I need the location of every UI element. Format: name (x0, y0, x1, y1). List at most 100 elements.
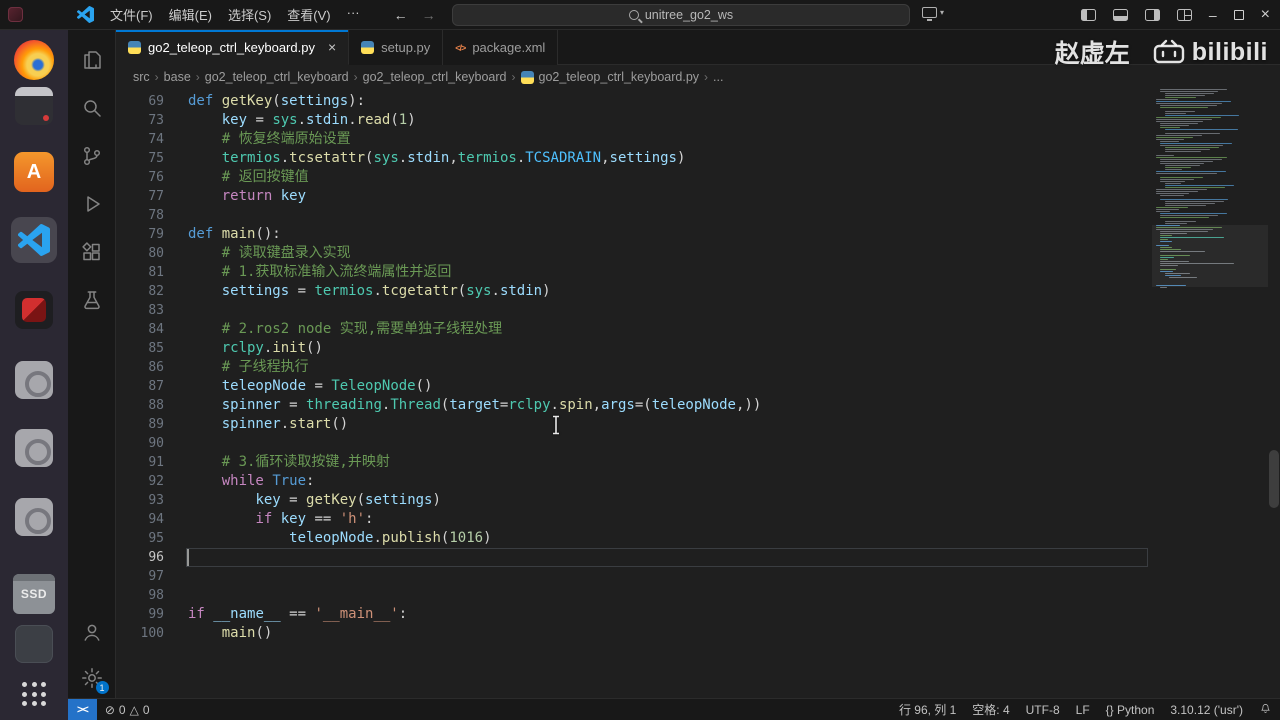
code-line-85[interactable]: 85 rclpy.init() (116, 339, 1280, 358)
line-number[interactable]: 92 (116, 472, 164, 491)
run-debug-icon[interactable] (80, 192, 104, 216)
account-icon[interactable] (80, 620, 104, 644)
search-icon[interactable] (80, 96, 104, 120)
dock-item-ssd-drive-icon[interactable]: SSD (10, 570, 58, 618)
remote-indicator[interactable]: >< (68, 699, 97, 720)
code-line-99[interactable]: 99 if __name__ == '__main__': (116, 605, 1280, 624)
dock-item-recorder-app-icon[interactable] (10, 286, 58, 334)
close-button[interactable]: × (1261, 7, 1270, 23)
code-line-76[interactable]: 76 # 返回按键值 (116, 168, 1280, 187)
files-icon[interactable] (80, 48, 104, 72)
line-number[interactable]: 97 (116, 567, 164, 586)
toggle-primary-sidebar-icon[interactable] (1080, 9, 1096, 21)
minimap-viewport[interactable] (1152, 225, 1268, 287)
line-number[interactable]: 81 (116, 263, 164, 282)
menu-item[interactable]: 查看(V) (279, 1, 338, 28)
code-line-100[interactable]: 100 main() (116, 624, 1280, 643)
status-item[interactable]: 空格: 4 (964, 701, 1017, 718)
line-number[interactable]: 79 (116, 225, 164, 244)
line-number[interactable]: 86 (116, 358, 164, 377)
code-line-89[interactable]: 89 spinner.start() (116, 415, 1280, 434)
code-line-74[interactable]: 74 # 恢复终端原始设置 (116, 130, 1280, 149)
scrollbar-thumb[interactable] (1269, 450, 1279, 508)
line-number[interactable]: 74 (116, 130, 164, 149)
notifications-bell-icon[interactable] (1251, 702, 1280, 718)
line-number[interactable]: 98 (116, 586, 164, 605)
code-line-91[interactable]: 91 # 3.循环读取按键,并映射 (116, 453, 1280, 472)
line-number[interactable]: 69 (116, 92, 164, 111)
dock-item-firefox-icon[interactable] (10, 36, 58, 84)
code-line-79[interactable]: 79 def main(): (116, 225, 1280, 244)
extensions-icon[interactable] (80, 240, 104, 264)
minimize-button[interactable]: – (1209, 8, 1217, 22)
status-item[interactable]: UTF-8 (1018, 703, 1068, 717)
code-line-86[interactable]: 86 # 子线程执行 (116, 358, 1280, 377)
line-number[interactable]: 78 (116, 206, 164, 225)
line-number[interactable]: 96 (116, 548, 164, 567)
menu-item[interactable]: 选择(S) (220, 1, 279, 28)
toggle-panel-icon[interactable] (1112, 9, 1128, 21)
maximize-button[interactable] (1233, 10, 1244, 20)
code-line-93[interactable]: 93 key = getKey(settings) (116, 491, 1280, 510)
code-line-73[interactable]: 73 key = sys.stdin.read(1) (116, 111, 1280, 130)
testing-icon[interactable] (80, 288, 104, 312)
history-forward-icon[interactable]: → (422, 7, 436, 23)
code-line-81[interactable]: 81 # 1.获取标准输入流终端属性并返回 (116, 263, 1280, 282)
screencast-device-icon[interactable]: ▾ (922, 7, 944, 21)
line-number[interactable]: 90 (116, 434, 164, 453)
code-line-87[interactable]: 87 teleopNode = TeleopNode() (116, 377, 1280, 396)
code-line-90[interactable]: 90 (116, 434, 1280, 453)
line-number[interactable]: 76 (116, 168, 164, 187)
code-editor[interactable]: 69 def getKey(settings): 73 key = sys.stdi… (116, 89, 1280, 698)
customize-layout-icon[interactable] (1176, 9, 1192, 21)
code-line-96[interactable]: 96 (116, 548, 1280, 567)
breadcrumb-item[interactable]: ... (713, 70, 723, 84)
dock-item-dark-app-icon[interactable] (10, 620, 58, 668)
line-number[interactable]: 73 (116, 111, 164, 130)
line-number[interactable]: 77 (116, 187, 164, 206)
settings-gear-icon[interactable]: 1 (80, 666, 109, 694)
menu-item[interactable]: 编辑(E) (161, 1, 220, 28)
line-number[interactable]: 83 (116, 301, 164, 320)
code-line-80[interactable]: 80 # 读取键盘录入实现 (116, 244, 1280, 263)
tab-close-icon[interactable]: × (328, 40, 336, 54)
code-line-97[interactable]: 97 (116, 567, 1280, 586)
dock-item-vscode-icon[interactable] (10, 216, 58, 264)
line-number[interactable]: 99 (116, 605, 164, 624)
line-number[interactable]: 85 (116, 339, 164, 358)
code-line-77[interactable]: 77 return key (116, 187, 1280, 206)
dock-item-software-center-icon[interactable] (10, 148, 58, 196)
code-line-84[interactable]: 84 # 2.ros2 node 实现,需要单独子线程处理 (116, 320, 1280, 339)
line-number[interactable]: 100 (116, 624, 164, 643)
history-back-icon[interactable]: ← (394, 7, 408, 23)
code-line-75[interactable]: 75 termios.tcsetattr(sys.stdin,termios.T… (116, 149, 1280, 168)
line-number[interactable]: 91 (116, 453, 164, 472)
status-item[interactable]: LF (1068, 703, 1098, 717)
line-number[interactable]: 88 (116, 396, 164, 415)
code-line-78[interactable]: 78 (116, 206, 1280, 225)
status-item[interactable]: {} Python (1098, 703, 1163, 717)
breadcrumb-item[interactable]: go2_teleop_ctrl_keyboard.py (520, 70, 699, 84)
tab-setup.py[interactable]: setup.py (349, 30, 444, 65)
tab-package.xml[interactable]: </> package.xml (443, 30, 559, 65)
line-number[interactable]: 89 (116, 415, 164, 434)
line-number[interactable]: 80 (116, 244, 164, 263)
breadcrumb-item[interactable]: go2_teleop_ctrl_keyboard (205, 70, 349, 84)
status-item[interactable]: 行 96, 列 1 (891, 701, 964, 718)
dock-item-show-apps-icon[interactable] (10, 670, 58, 718)
dock-item-gray-app-icon-2[interactable] (10, 424, 58, 472)
code-line-69[interactable]: 69 def getKey(settings): (116, 92, 1280, 111)
breadcrumb-item[interactable]: src (133, 70, 150, 84)
dock-item-gray-app-icon-3[interactable] (10, 493, 58, 541)
line-number[interactable]: 87 (116, 377, 164, 396)
minimap[interactable] (1152, 89, 1268, 698)
code-line-95[interactable]: 95 teleopNode.publish(1016) (116, 529, 1280, 548)
status-item[interactable]: 3.10.12 ('usr') (1162, 703, 1251, 717)
toggle-secondary-sidebar-icon[interactable] (1144, 9, 1160, 21)
breadcrumb-item[interactable]: go2_teleop_ctrl_keyboard (363, 70, 507, 84)
dock-item-terminal-app-icon[interactable] (10, 82, 58, 130)
tab-go2_teleop_ctrl_keyboard.py[interactable]: go2_teleop_ctrl_keyboard.py × (116, 30, 350, 65)
line-number[interactable]: 75 (116, 149, 164, 168)
menu-item[interactable]: 文件(F) (102, 1, 161, 28)
dock-item-gray-app-icon[interactable] (10, 356, 58, 404)
